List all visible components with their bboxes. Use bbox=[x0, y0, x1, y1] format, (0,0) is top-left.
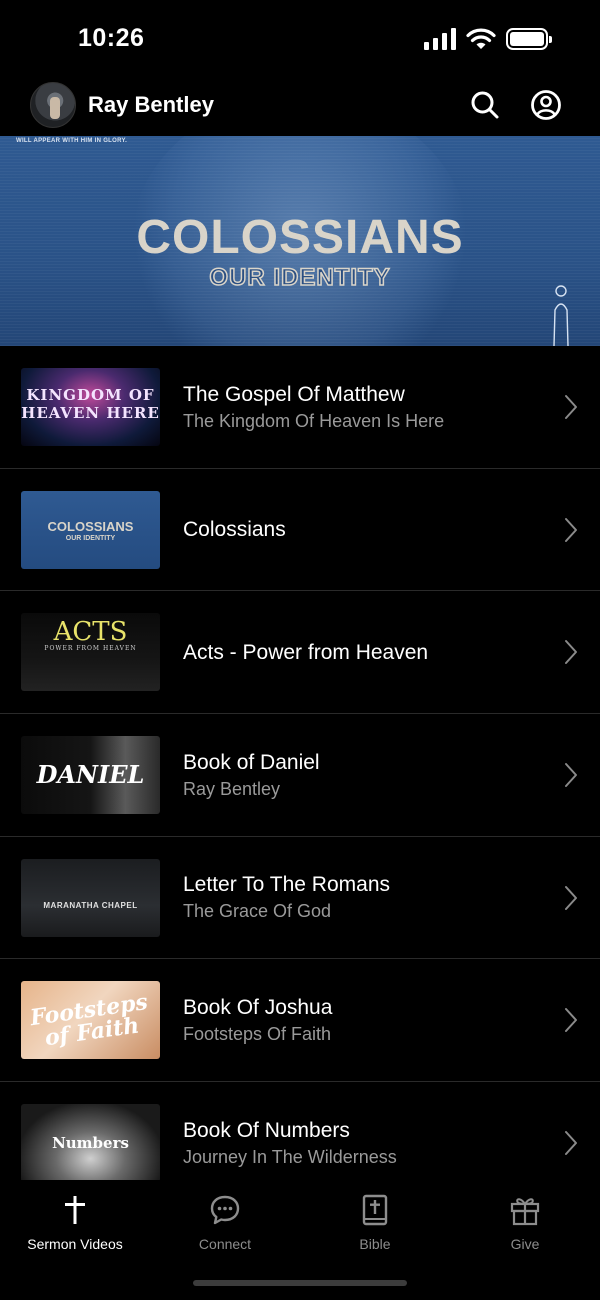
gift-icon bbox=[510, 1198, 540, 1226]
chevron-right-icon bbox=[565, 1008, 577, 1033]
daniel-thumbnail: DANIEL bbox=[21, 736, 160, 815]
list-item[interactable]: KINGDOM OF HEAVEN HERE The Gospel Of Mat… bbox=[0, 346, 600, 469]
list-item[interactable]: MARANATHA CHAPEL Letter To The Romans Th… bbox=[0, 837, 600, 960]
item-title: Acts - Power from Heaven bbox=[183, 640, 429, 664]
item-title: Book of Daniel bbox=[183, 750, 320, 774]
item-subtitle: Journey In The Wilderness bbox=[183, 1146, 397, 1167]
romans-thumbnail: MARANATHA CHAPEL bbox=[21, 858, 160, 937]
item-title: The Gospel Of Matthew bbox=[183, 382, 405, 406]
chevron-right-icon bbox=[565, 763, 577, 788]
list-item[interactable]: COLOSSIANS OUR IDENTITY Colossians bbox=[0, 469, 600, 592]
tab-connect[interactable]: Connect bbox=[150, 1194, 300, 1252]
item-subtitle: Footsteps Of Faith bbox=[183, 1023, 332, 1044]
colossians-thumbnail: COLOSSIANS OUR IDENTITY bbox=[21, 490, 160, 569]
hero-banner[interactable]: WILL APPEAR WITH HIM IN GLORY. COLOSSIAN… bbox=[0, 136, 600, 346]
hero-top-text: WILL APPEAR WITH HIM IN GLORY. bbox=[16, 138, 128, 144]
chevron-right-icon bbox=[565, 885, 577, 910]
item-title: Colossians bbox=[183, 518, 286, 542]
chat-bubble-icon bbox=[210, 1195, 240, 1225]
chevron-right-icon bbox=[565, 395, 577, 419]
cross-icon bbox=[65, 1196, 85, 1224]
profile-icon bbox=[531, 90, 561, 120]
acts-thumbnail: ACTS POWER FROM HEAVEN bbox=[21, 613, 160, 692]
tab-label: Connect bbox=[198, 1236, 252, 1252]
tab-sermon-videos[interactable]: Sermon Videos bbox=[0, 1194, 150, 1252]
list-item[interactable]: Footsteps of Faith Book Of Joshua Footst… bbox=[0, 959, 600, 1083]
battery-icon bbox=[506, 28, 552, 50]
chevron-right-icon bbox=[565, 517, 577, 542]
profile-button[interactable] bbox=[529, 88, 563, 122]
home-indicator[interactable] bbox=[193, 1280, 407, 1286]
status-bar: 10:26 bbox=[0, 0, 600, 80]
chevron-right-icon bbox=[565, 640, 577, 665]
series-list: KINGDOM OF HEAVEN HERE The Gospel Of Mat… bbox=[0, 346, 600, 1205]
joshua-thumbnail: Footsteps of Faith bbox=[21, 981, 160, 1060]
person-silhouette-icon bbox=[553, 285, 569, 346]
header-title: Ray Bentley bbox=[88, 92, 214, 117]
item-subtitle: The Grace Of God bbox=[183, 901, 332, 922]
app-header: Ray Bentley bbox=[0, 80, 600, 136]
list-item[interactable]: ACTS POWER FROM HEAVEN Acts - Power from… bbox=[0, 591, 600, 715]
chevron-right-icon bbox=[565, 1131, 577, 1156]
item-title: Letter To The Romans bbox=[183, 873, 391, 897]
matthew-thumbnail: KINGDOM OF HEAVEN HERE bbox=[21, 368, 160, 446]
hero-subtitle: OUR IDENTITY bbox=[209, 263, 391, 292]
tab-bible[interactable]: Bible bbox=[300, 1194, 450, 1252]
item-subtitle: Ray Bentley bbox=[183, 778, 281, 799]
item-subtitle: The Kingdom Of Heaven Is Here bbox=[183, 410, 445, 431]
avatar[interactable] bbox=[30, 82, 76, 128]
status-time: 10:26 bbox=[78, 24, 145, 52]
wifi-icon bbox=[466, 28, 496, 49]
list-item[interactable]: DANIEL Book of Daniel Ray Bentley bbox=[0, 714, 600, 837]
tab-label: Sermon Videos bbox=[27, 1236, 123, 1252]
tab-label: Bible bbox=[359, 1236, 391, 1252]
item-title: Book Of Joshua bbox=[183, 995, 333, 1019]
tab-give[interactable]: Give bbox=[450, 1194, 600, 1252]
cellular-signal-icon bbox=[424, 28, 456, 50]
bible-icon bbox=[362, 1194, 388, 1226]
search-icon bbox=[471, 91, 499, 119]
numbers-thumbnail: Numbers bbox=[21, 1104, 160, 1183]
hero-title: COLOSSIANS bbox=[136, 211, 464, 264]
tab-label: Give bbox=[510, 1236, 540, 1252]
status-icons bbox=[424, 28, 552, 50]
search-button[interactable] bbox=[468, 88, 502, 122]
item-title: Book Of Numbers bbox=[183, 1118, 350, 1142]
